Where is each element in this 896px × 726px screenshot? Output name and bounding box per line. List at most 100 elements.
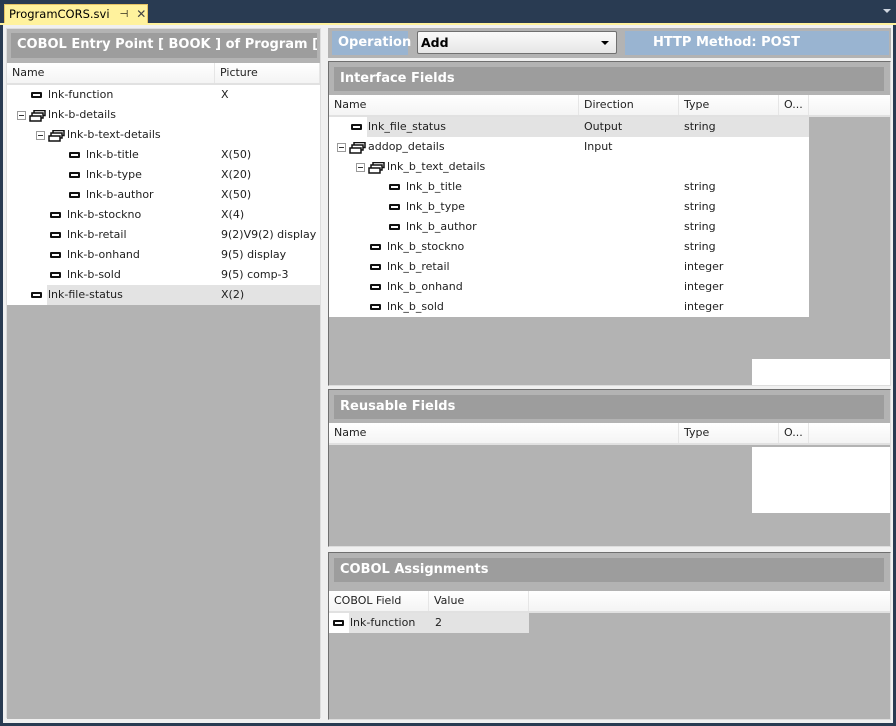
field-name: lnk-file-status	[48, 288, 123, 301]
field-icon	[370, 244, 381, 250]
field-picture: X(50)	[221, 148, 252, 161]
entry-point-rows: lnk-function X lnk-b-details lnk-b-text-det…	[7, 85, 320, 305]
tree-row[interactable]: lnk_file_status Output string	[329, 117, 809, 137]
group-field-icon	[368, 161, 385, 174]
field-icon	[50, 232, 61, 238]
right-panel: Operation Add HTTP Method: POST Interfac…	[326, 25, 893, 723]
tree-row[interactable]: lnk-b-stockno X(4)	[7, 205, 320, 225]
cobol-assignments-title: COBOL Assignments	[334, 558, 884, 582]
cobol-assignments-rows: lnk-function 2	[329, 613, 529, 633]
field-type: string	[684, 220, 716, 233]
cobol-assignments-header: COBOL Field Value	[329, 591, 890, 613]
assignment-row[interactable]: lnk-function 2	[329, 613, 529, 633]
column-header-name[interactable]: Name	[329, 95, 579, 115]
tree-row[interactable]: lnk_b_sold integer	[329, 297, 809, 317]
tree-row[interactable]: lnk-b-text-details	[7, 125, 320, 145]
field-name: lnk-b-details	[48, 108, 116, 121]
interface-fields-section: Interface Fields Name Direction Type O..…	[328, 61, 891, 386]
tree-row[interactable]: lnk-b-retail 9(2)V9(2) display	[7, 225, 320, 245]
field-icon	[50, 212, 61, 218]
document-tab-bar: ProgramCORS.svi ⊣ ✕	[0, 0, 896, 25]
field-picture: 9(5) display	[221, 248, 287, 261]
column-header-picture[interactable]: Picture	[215, 63, 320, 83]
tree-row[interactable]: lnk-b-author X(50)	[7, 185, 320, 205]
column-header-name[interactable]: Name	[329, 423, 679, 443]
http-method-label: HTTP Method: POST	[625, 31, 889, 55]
entry-point-header: Name Picture	[7, 63, 320, 85]
field-name: addop_details	[368, 140, 445, 153]
column-header-direction[interactable]: Direction	[579, 95, 679, 115]
collapse-toggle-icon[interactable]	[36, 131, 45, 140]
tree-row[interactable]: lnk-b-type X(20)	[7, 165, 320, 185]
field-picture: X(4)	[221, 208, 245, 221]
field-picture: 9(5) comp-3	[221, 268, 289, 281]
field-picture: X(20)	[221, 168, 252, 181]
column-header-cobol-field[interactable]: COBOL Field	[329, 591, 429, 611]
column-header-type[interactable]: Type	[679, 423, 779, 443]
entry-point-tree[interactable]: Name Picture lnk-function Xlnk-b-details l…	[7, 63, 320, 719]
field-icon	[370, 284, 381, 290]
chevron-down-icon	[601, 41, 609, 45]
field-direction: Output	[584, 120, 623, 133]
field-name: lnk-b-onhand	[67, 248, 140, 261]
field-name: lnk_b_type	[406, 200, 465, 213]
tree-row[interactable]: lnk_b_author string	[329, 217, 809, 237]
field-icon	[31, 292, 42, 298]
column-header-name[interactable]: Name	[7, 63, 215, 83]
field-name: lnk_b_onhand	[387, 280, 463, 293]
tree-row[interactable]: lnk_b_onhand integer	[329, 277, 809, 297]
tree-row[interactable]: lnk_b_stockno string	[329, 237, 809, 257]
column-header-occurs[interactable]: O...	[779, 423, 809, 443]
tree-row[interactable]: lnk_b_retail integer	[329, 257, 809, 277]
field-name: lnk_file_status	[368, 120, 446, 133]
tree-row[interactable]: lnk_b_title string	[329, 177, 809, 197]
field-icon	[69, 192, 80, 198]
field-name: lnk-function	[48, 88, 114, 101]
interface-fields-header: Name Direction Type O...	[329, 95, 890, 117]
document-tab[interactable]: ProgramCORS.svi ⊣ ✕	[4, 4, 148, 23]
tree-row[interactable]: lnk-b-sold 9(5) comp-3	[7, 265, 320, 285]
field-name: lnk-b-author	[86, 188, 154, 201]
collapse-toggle-icon[interactable]	[337, 143, 346, 152]
operation-select[interactable]: Add	[417, 31, 617, 54]
field-name: lnk-b-retail	[67, 228, 127, 241]
field-name: lnk-b-title	[86, 148, 139, 161]
tree-row[interactable]: lnk_b_text_details	[329, 157, 809, 177]
collapse-toggle-icon[interactable]	[356, 163, 365, 172]
reusable-fields-section: Reusable Fields Name Type O...	[328, 389, 891, 547]
column-header-occurs[interactable]: O...	[779, 95, 809, 115]
tab-overflow-dropdown-icon[interactable]	[883, 9, 891, 13]
cobol-entry-point-panel: COBOL Entry Point [ BOOK ] of Program [ …	[6, 28, 321, 719]
entry-point-title: COBOL Entry Point [ BOOK ] of Program [ …	[11, 33, 317, 58]
field-name: lnk-b-stockno	[67, 208, 142, 221]
column-header-value[interactable]: Value	[429, 591, 529, 611]
field-type: string	[684, 180, 716, 193]
field-icon	[31, 92, 42, 98]
cobol-field: lnk-function	[350, 616, 416, 629]
tree-row[interactable]: lnk_b_type string	[329, 197, 809, 217]
reusable-fields-header: Name Type O...	[329, 423, 890, 445]
group-field-icon	[48, 129, 65, 142]
group-field-icon	[29, 109, 46, 122]
operation-selected-value: Add	[421, 35, 449, 50]
field-direction: Input	[584, 140, 613, 153]
assignment-value[interactable]: 2	[435, 613, 442, 633]
field-name: lnk_b_title	[406, 180, 462, 193]
close-icon[interactable]: ✕	[136, 7, 146, 21]
field-name: lnk-b-sold	[67, 268, 121, 281]
column-header-type[interactable]: Type	[679, 95, 779, 115]
tree-row[interactable]: lnk-b-details	[7, 105, 320, 125]
field-name: lnk_b_text_details	[387, 160, 486, 173]
operation-bar: Operation Add HTTP Method: POST	[328, 28, 891, 58]
tree-row[interactable]: lnk-b-title X(50)	[7, 145, 320, 165]
reusable-fields-empty-area	[752, 447, 890, 513]
tree-row[interactable]: addop_details Input	[329, 137, 809, 157]
tree-row[interactable]: lnk-function X	[7, 85, 320, 105]
pin-icon[interactable]: ⊣	[120, 9, 129, 20]
field-name: lnk_b_author	[406, 220, 477, 233]
tree-row[interactable]: lnk-b-onhand 9(5) display	[7, 245, 320, 265]
field-type: string	[684, 120, 716, 133]
tree-row[interactable]: lnk-file-status X(2)	[7, 285, 320, 305]
collapse-toggle-icon[interactable]	[17, 111, 26, 120]
cobol-assignments-section: COBOL Assignments COBOL Field Value lnk-…	[328, 552, 891, 720]
